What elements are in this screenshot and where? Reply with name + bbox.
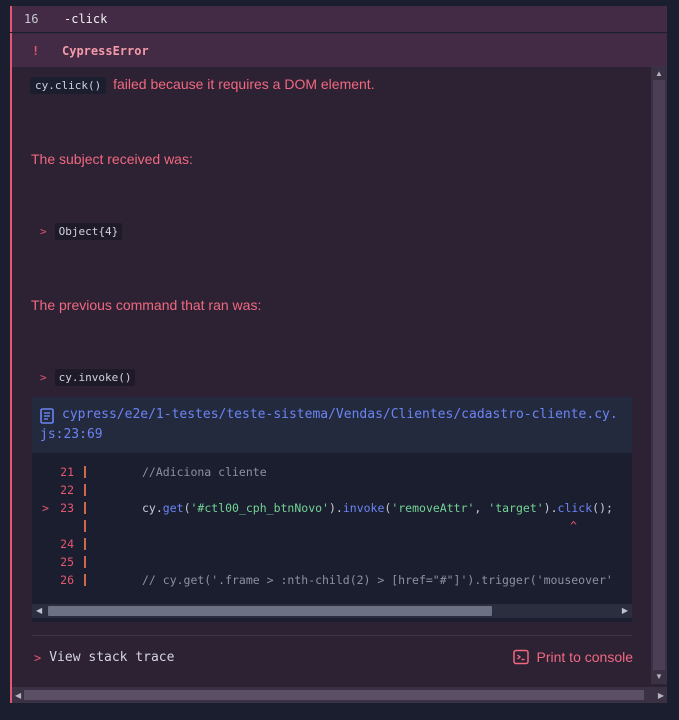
error-message-text: failed because it requires a DOM element…	[113, 76, 375, 92]
command-row[interactable]: 16 -click	[10, 6, 667, 32]
command-number: 16	[24, 12, 39, 26]
error-panel: ! CypressError cy.click() failed because…	[10, 33, 667, 703]
code-text: cy.get('#ctl00_cph_btnNovo').invoke('rem…	[142, 501, 613, 515]
error-caret: ^	[570, 519, 577, 533]
file-path-link[interactable]: cypress/e2e/1-testes/teste-sistema/Venda…	[40, 405, 625, 445]
previous-command-value[interactable]: cy.invoke()	[54, 369, 136, 386]
print-to-console-button[interactable]: Print to console	[512, 649, 634, 665]
line-number: 25	[60, 555, 74, 569]
panel-horizontal-scrollbar[interactable]: ◀ ▶	[12, 687, 667, 703]
code-line-caret: ^	[32, 517, 632, 535]
scroll-up-icon[interactable]: ▲	[655, 69, 663, 78]
code-line-23-current: > 23 cy.get('#ctl00_cph_btnNovo').invoke…	[32, 499, 632, 517]
code-horizontal-scrollbar[interactable]: ◀ ▶	[32, 604, 632, 618]
view-stack-trace-button[interactable]: > View stack trace	[34, 650, 174, 665]
current-line-arrow: >	[42, 501, 49, 515]
error-name: CypressError	[62, 43, 149, 58]
divider	[32, 635, 632, 636]
print-to-console-label: Print to console	[536, 649, 634, 665]
previous-command-row[interactable]: > cy.invoke()	[40, 369, 136, 386]
chevron-right-icon: >	[34, 650, 42, 665]
code-frame: cypress/e2e/1-testes/teste-sistema/Venda…	[32, 397, 632, 622]
console-icon	[512, 649, 529, 665]
line-number: 26	[60, 573, 74, 587]
code-line-25: 25	[32, 553, 632, 571]
subject-row[interactable]: > Object{4}	[40, 223, 123, 240]
panel-hscroll-thumb[interactable]	[24, 690, 644, 700]
previous-arrow: >	[40, 371, 47, 384]
scroll-left-icon[interactable]: ◀	[36, 606, 42, 615]
subject-arrow: >	[40, 225, 47, 238]
code-line-21: 21 //Adiciona cliente	[32, 463, 632, 481]
command-name: -click	[64, 12, 108, 26]
subject-label: The subject received was:	[31, 151, 193, 167]
error-icon: !	[32, 43, 40, 58]
error-message-code: cy.click()	[30, 77, 107, 94]
code-text: //Adiciona cliente	[142, 465, 267, 479]
subject-value[interactable]: Object{4}	[54, 223, 123, 240]
code-scrollbar-thumb[interactable]	[48, 606, 492, 616]
scroll-left-icon[interactable]: ◀	[15, 691, 21, 700]
scroll-right-icon[interactable]: ▶	[622, 606, 628, 615]
line-number: 24	[60, 537, 74, 551]
code-text: // cy.get('.frame > :nth-child(2) > [hre…	[142, 573, 613, 587]
scroll-down-icon[interactable]: ▼	[655, 672, 663, 681]
panel-scrollbar-thumb[interactable]	[653, 80, 665, 670]
scroll-right-icon[interactable]: ▶	[658, 691, 664, 700]
error-header: ! CypressError	[12, 33, 667, 67]
error-message: cy.click() failed because it requires a …	[30, 76, 375, 94]
code-line-22: 22	[32, 481, 632, 499]
previous-command-label: The previous command that ran was:	[31, 297, 262, 313]
code-line-26: 26 // cy.get('.frame > :nth-child(2) > […	[32, 571, 632, 589]
code-frame-header: cypress/e2e/1-testes/teste-sistema/Venda…	[32, 397, 632, 453]
code-line-24: 24	[32, 535, 632, 553]
view-stack-trace-label: View stack trace	[49, 650, 175, 665]
line-number: 22	[60, 483, 74, 497]
line-number: 21	[60, 465, 74, 479]
panel-vertical-scrollbar[interactable]: ▲ ▼	[651, 66, 667, 684]
line-number: 23	[60, 501, 74, 515]
